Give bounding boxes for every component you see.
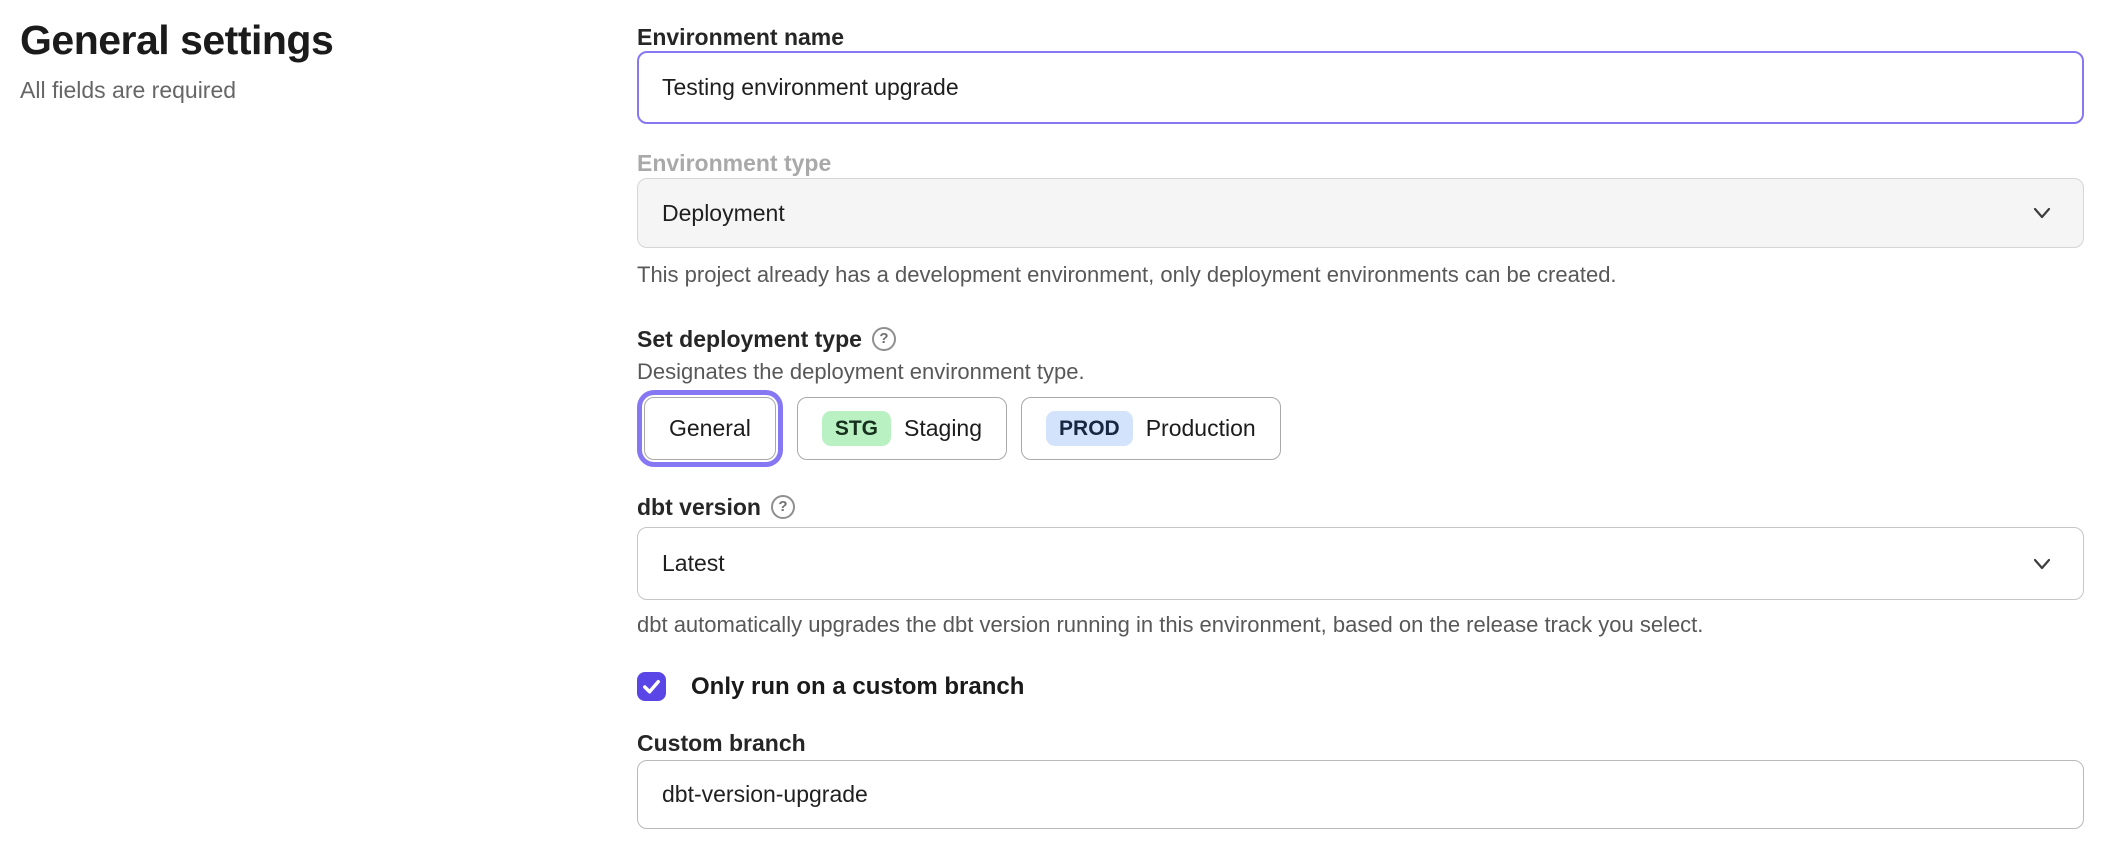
custom-branch-toggle-row[interactable]: Only run on a custom branch xyxy=(637,672,1024,701)
deployment-type-option-staging[interactable]: STG Staging xyxy=(797,397,1007,460)
chevron-down-icon xyxy=(2031,553,2053,575)
dbt-version-helper: dbt automatically upgrades the dbt versi… xyxy=(637,612,1703,638)
deployment-type-option-production[interactable]: PROD Production xyxy=(1021,397,1281,460)
environment-type-helper: This project already has a development e… xyxy=(637,262,1617,288)
production-badge: PROD xyxy=(1046,411,1133,446)
custom-branch-toggle-label[interactable]: Only run on a custom branch xyxy=(691,673,1024,701)
dbt-version-label: dbt version xyxy=(637,494,761,520)
deployment-type-option-general[interactable]: General xyxy=(644,397,776,460)
dbt-version-select[interactable]: Latest xyxy=(637,527,2084,600)
custom-branch-input[interactable] xyxy=(637,760,2084,829)
environment-settings-form: Environment name Environment type Deploy… xyxy=(637,0,2084,864)
deployment-type-options: General STG Staging PROD Production xyxy=(637,397,1281,460)
environment-type-select: Deployment xyxy=(637,178,2084,248)
deployment-type-label: Set deployment type xyxy=(637,326,862,352)
chevron-down-icon xyxy=(2031,202,2053,224)
dbt-version-label-row: dbt version ? xyxy=(637,494,795,520)
page-title: General settings xyxy=(20,16,580,64)
environment-type-value: Deployment xyxy=(662,200,785,227)
settings-header: General settings All fields are required xyxy=(20,16,580,104)
help-icon[interactable]: ? xyxy=(771,495,795,519)
deployment-type-helper: Designates the deployment environment ty… xyxy=(637,359,1085,385)
environment-name-label: Environment name xyxy=(637,24,844,50)
dbt-version-value: Latest xyxy=(662,550,725,577)
help-icon[interactable]: ? xyxy=(872,327,896,351)
deployment-type-label-row: Set deployment type ? xyxy=(637,326,896,352)
page-subtitle: All fields are required xyxy=(20,76,580,104)
custom-branch-checkbox[interactable] xyxy=(637,672,666,701)
staging-badge: STG xyxy=(822,411,891,446)
environment-type-label: Environment type xyxy=(637,150,831,176)
staging-option-label: Staging xyxy=(904,415,982,442)
custom-branch-label: Custom branch xyxy=(637,730,806,756)
checkmark-icon xyxy=(640,675,663,698)
production-option-label: Production xyxy=(1146,415,1256,442)
general-option-label: General xyxy=(669,415,751,442)
environment-name-input[interactable] xyxy=(637,51,2084,124)
